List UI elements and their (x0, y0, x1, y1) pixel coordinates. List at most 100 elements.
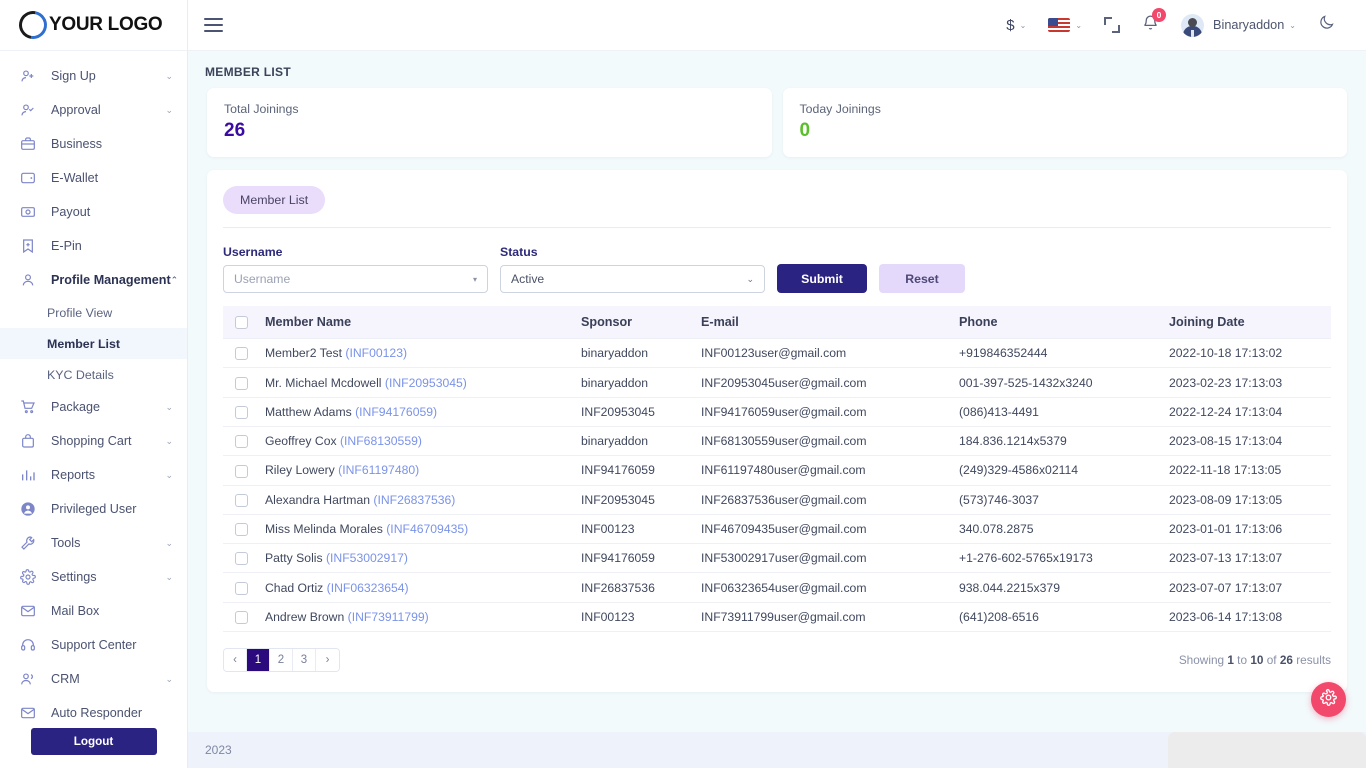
theme-toggle[interactable] (1307, 8, 1346, 42)
wallet-icon (19, 169, 37, 187)
row-select-cell (223, 514, 257, 545)
sidebar-item-payout[interactable]: Payout (0, 195, 187, 229)
user-plus-icon (19, 67, 37, 85)
table-row[interactable]: Member2 Test (INF00123) binaryaddon INF001… (223, 338, 1331, 369)
row-checkbox[interactable] (235, 610, 248, 624)
sidebar-item-label: Auto Responder (51, 706, 143, 720)
sidebar-item-sign-up[interactable]: Sign Up ⌄ (0, 59, 187, 93)
member-uid-link[interactable]: (INF94176059) (355, 405, 437, 419)
sidebar-subitem-profile-view[interactable]: Profile View (0, 297, 187, 328)
filter-form: Username Username ▾ Status Active ⌄ Subm… (223, 228, 1331, 293)
sidebar-item-support-center[interactable]: Support Center (0, 628, 187, 662)
row-checkbox[interactable] (235, 464, 248, 478)
sidebar-item-business[interactable]: Business (0, 127, 187, 161)
bag-icon (19, 432, 37, 450)
user-menu[interactable]: Binaryaddon ⌄ (1170, 8, 1307, 42)
table-row[interactable]: Andrew Brown (INF73911799) INF00123 INF739… (223, 602, 1331, 632)
pagination-page-1[interactable]: 1 (247, 648, 270, 671)
row-checkbox[interactable] (235, 347, 248, 361)
tab-member-list[interactable]: Member List (223, 186, 326, 214)
member-uid-link[interactable]: (INF46709435) (386, 522, 468, 536)
cell-phone: (249)329-4586x02114 (951, 455, 1161, 486)
page-title: MEMBER LIST (205, 65, 291, 79)
row-checkbox[interactable] (235, 376, 248, 390)
sidebar-item-auto-responder[interactable]: Auto Responder (0, 696, 187, 720)
member-uid-link[interactable]: (INF53002917) (326, 551, 408, 565)
sidebar-item-label: Profile Management (51, 273, 171, 287)
column-header-sponsor[interactable]: Sponsor (573, 306, 693, 340)
member-uid-link[interactable]: (INF73911799) (348, 610, 429, 624)
member-uid-link[interactable]: (INF06323654) (327, 581, 409, 595)
table-row[interactable]: Mr. Michael Mcdowell (INF20953045) binary… (223, 367, 1331, 398)
pagination-page-2[interactable]: 2 (270, 648, 293, 671)
cell-sponsor: INF94176059 (573, 455, 693, 486)
table-row[interactable]: Chad Ortiz (INF06323654) INF26837536 INF06… (223, 572, 1331, 603)
row-checkbox[interactable] (235, 523, 248, 537)
us-flag-icon (1048, 18, 1071, 32)
page-content: MEMBER LIST Total Joinings 26 Today Join… (188, 51, 1366, 732)
row-checkbox[interactable] (235, 581, 248, 595)
member-name-text: Miss Melinda Morales (265, 522, 383, 536)
sidebar-subitem-member-list[interactable]: Member List (0, 328, 187, 359)
row-checkbox[interactable] (235, 552, 248, 566)
brand-logo[interactable]: YOUR LOGO (0, 0, 187, 51)
column-header-email[interactable]: E-mail (693, 306, 951, 340)
table-row[interactable]: Patty Solis (INF53002917) INF94176059 INF5… (223, 543, 1331, 574)
chevron-down-icon: ⌄ (165, 673, 173, 684)
stat-value: 26 (224, 120, 246, 141)
cell-joining-date: 2023-07-13 17:13:07 (1161, 543, 1331, 574)
cell-sponsor: binaryaddon (573, 426, 693, 457)
table-row[interactable]: Geoffrey Cox (INF68130559) binaryaddon INF… (223, 426, 1331, 457)
status-select[interactable]: Active ⌄ (500, 265, 765, 293)
chevron-down-icon: ⌄ (165, 469, 173, 480)
hamburger-icon[interactable] (204, 14, 223, 35)
sidebar-item-crm[interactable]: CRM ⌄ (0, 662, 187, 696)
member-uid-link[interactable]: (INF00123) (345, 346, 407, 360)
table-row[interactable]: Matthew Adams (INF94176059) INF20953045 IN… (223, 397, 1331, 428)
sidebar-item-approval[interactable]: Approval ⌄ (0, 93, 187, 127)
select-all-checkbox[interactable] (235, 316, 248, 330)
settings-fab-button[interactable] (1311, 682, 1346, 717)
username-input[interactable]: Username ▾ (223, 265, 488, 293)
member-uid-link[interactable]: (INF26837536) (373, 493, 455, 507)
showing-total: 26 (1279, 652, 1293, 667)
language-selector[interactable]: ⌄ (1037, 8, 1093, 42)
logout-button[interactable]: Logout (30, 728, 157, 755)
sidebar-item-privileged-user[interactable]: Privileged User (0, 492, 187, 526)
fullscreen-button[interactable] (1093, 8, 1131, 42)
cell-member-name: Alexandra Hartman (INF26837536) (257, 485, 573, 515)
sidebar-item-tools[interactable]: Tools ⌄ (0, 526, 187, 560)
cell-member-name: Mr. Michael Mcdowell (INF20953045) (257, 367, 573, 398)
sidebar-subitem-kyc-details[interactable]: KYC Details (0, 359, 187, 390)
column-header-member-name[interactable]: Member Name (257, 306, 573, 340)
pagination-page-3[interactable]: 3 (293, 648, 316, 671)
notifications-button[interactable]: 0 (1131, 8, 1170, 42)
column-header-phone[interactable]: Phone (951, 306, 1161, 340)
row-checkbox[interactable] (235, 435, 248, 449)
sidebar-item-mail-box[interactable]: Mail Box (0, 594, 187, 628)
currency-selector[interactable]: $ ⌄ (995, 8, 1037, 42)
pagination-next[interactable]: › (316, 648, 339, 671)
table-row[interactable]: Alexandra Hartman (INF26837536) INF209530… (223, 485, 1331, 515)
table-row[interactable]: Miss Melinda Morales (INF46709435) INF001… (223, 514, 1331, 545)
row-checkbox[interactable] (235, 493, 248, 507)
sidebar-item-reports[interactable]: Reports ⌄ (0, 458, 187, 492)
chevron-down-icon: ⌄ (165, 70, 173, 81)
sidebar-item-package[interactable]: Package ⌄ (0, 390, 187, 424)
cell-phone: 001-397-525-1432x3240 (951, 367, 1161, 398)
sidebar-item-e-pin[interactable]: E-Pin (0, 229, 187, 263)
pagination-prev[interactable]: ‹ (224, 648, 247, 671)
member-uid-link[interactable]: (INF20953045) (385, 376, 467, 390)
sidebar-item-profile-management[interactable]: Profile Management ⌃ (0, 263, 187, 297)
member-uid-link[interactable]: (INF61197480) (338, 463, 419, 477)
table-row[interactable]: Riley Lowery (INF61197480) INF94176059 INF… (223, 455, 1331, 486)
member-uid-link[interactable]: (INF68130559) (340, 434, 422, 448)
submit-button[interactable]: Submit (777, 264, 867, 293)
sidebar-item-settings[interactable]: Settings ⌄ (0, 560, 187, 594)
sidebar-item-shopping-cart[interactable]: Shopping Cart ⌄ (0, 424, 187, 458)
headset-icon (19, 636, 37, 654)
row-checkbox[interactable] (235, 406, 248, 420)
reset-button[interactable]: Reset (879, 264, 965, 293)
sidebar-item-e-wallet[interactable]: E-Wallet (0, 161, 187, 195)
column-header-joining-date[interactable]: Joining Date (1161, 306, 1331, 340)
